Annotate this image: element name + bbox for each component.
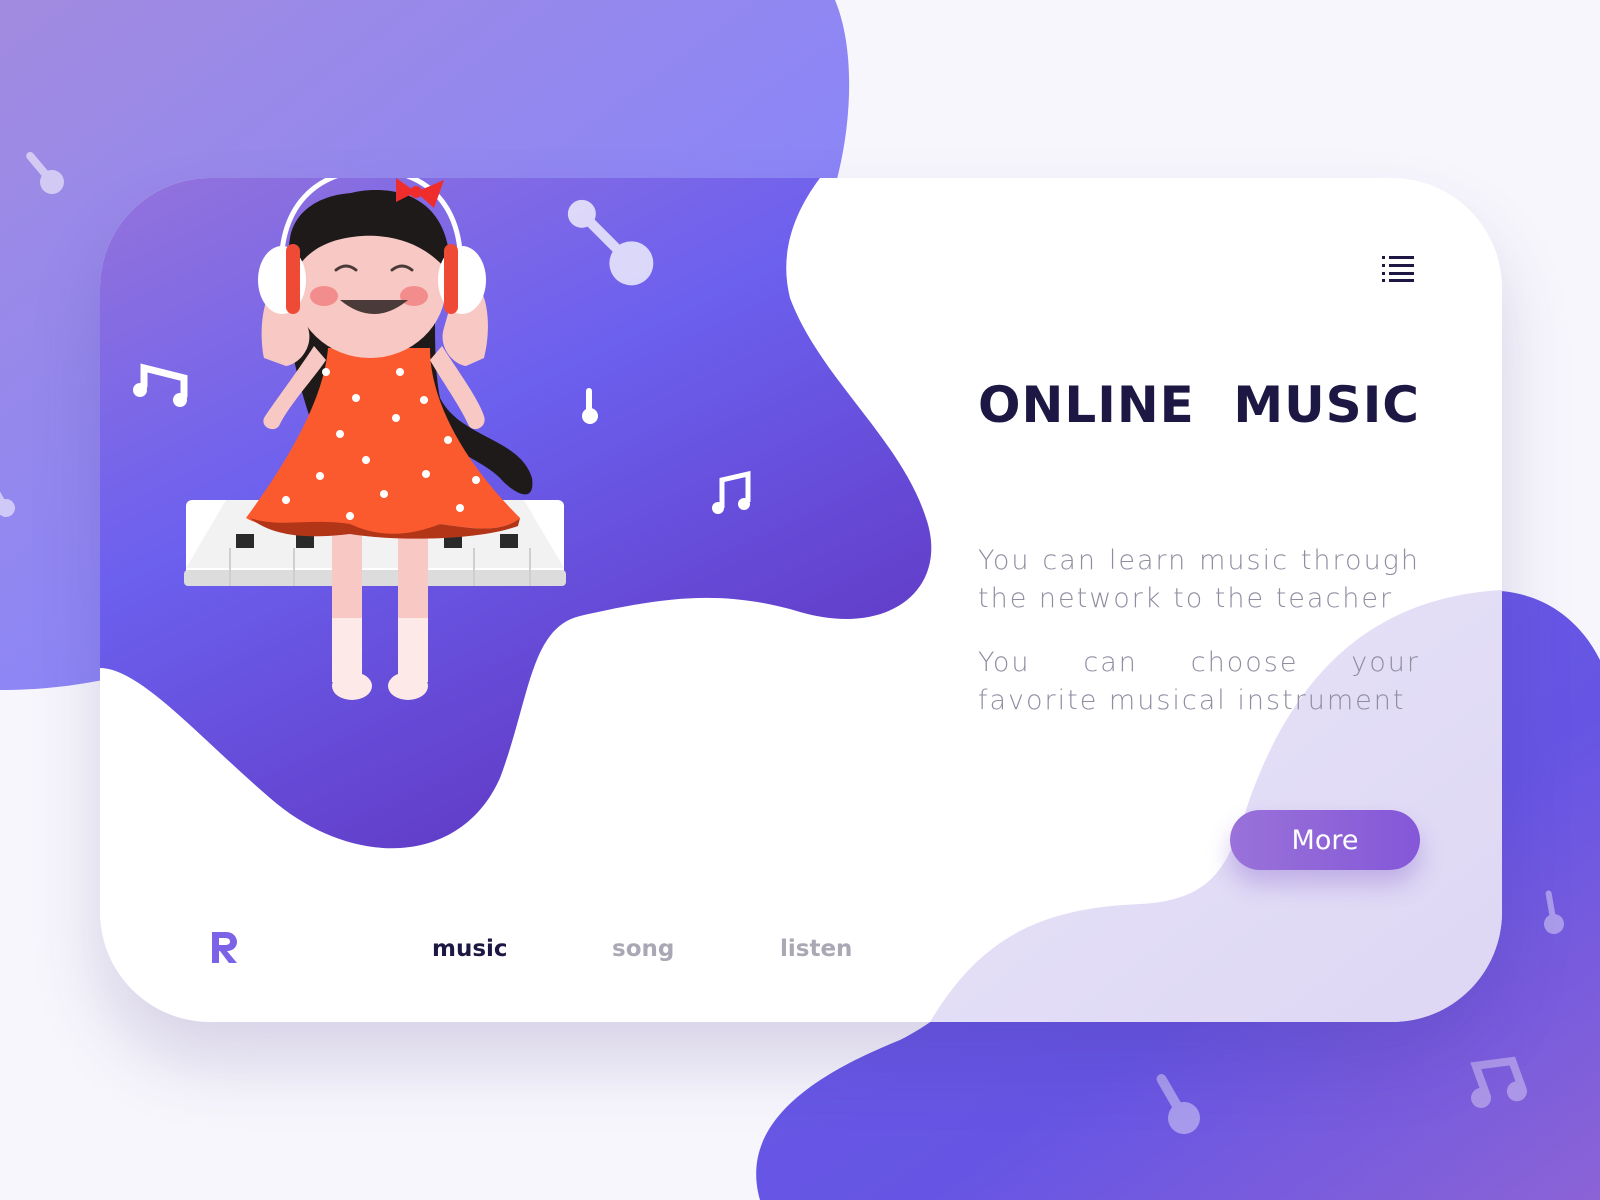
- nav-item-song[interactable]: song: [612, 936, 674, 962]
- more-button[interactable]: More: [1230, 810, 1420, 870]
- menu-icon[interactable]: [1382, 254, 1414, 282]
- nav-item-listen[interactable]: listen: [780, 936, 852, 962]
- title-word-music: MUSIC: [1233, 376, 1420, 434]
- page-title: ONLINE MUSIC: [978, 376, 1420, 434]
- nav-item-music[interactable]: music: [432, 936, 508, 962]
- title-word-online: ONLINE: [978, 376, 1195, 434]
- main-card: ONLINE MUSIC You can learn music through…: [100, 178, 1502, 1022]
- description-paragraph: You can choose your favorite musical ins…: [978, 647, 1420, 716]
- logo-r-icon[interactable]: [210, 930, 238, 964]
- description-paragraph: You can learn music through the network …: [978, 545, 1420, 614]
